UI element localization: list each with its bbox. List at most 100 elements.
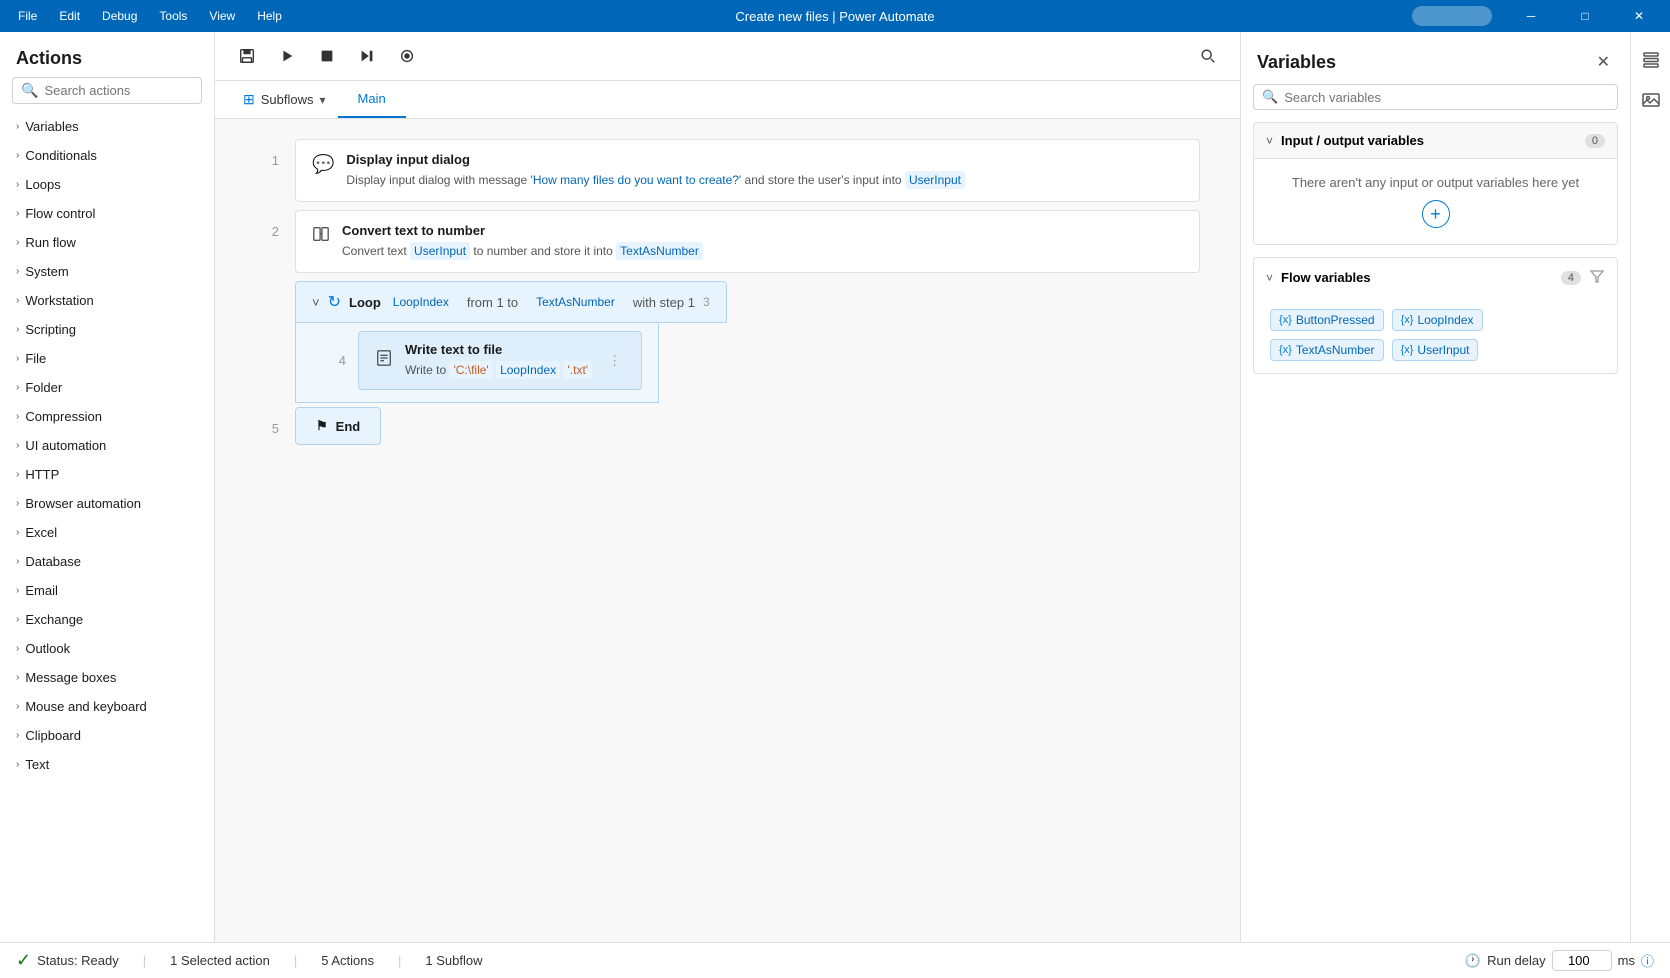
chevron-icon: › bbox=[16, 121, 19, 132]
chevron-icon: › bbox=[16, 179, 19, 190]
action-item-mousekeyboard[interactable]: › Mouse and keyboard bbox=[0, 692, 214, 721]
action-item-clipboard[interactable]: › Clipboard bbox=[0, 721, 214, 750]
run-button[interactable] bbox=[271, 40, 303, 72]
action-label: Variables bbox=[25, 119, 78, 134]
input-output-empty-text: There aren't any input or output variabl… bbox=[1270, 175, 1601, 190]
menu-file[interactable]: File bbox=[8, 5, 47, 27]
chevron-icon: › bbox=[16, 498, 19, 509]
loop-step-label: with step 1 bbox=[633, 295, 695, 310]
action-item-system[interactable]: › System bbox=[0, 257, 214, 286]
search-variables-box[interactable]: 🔍 bbox=[1253, 84, 1618, 110]
action-label: HTTP bbox=[25, 467, 59, 482]
chevron-icon: › bbox=[16, 295, 19, 306]
minimize-button[interactable]: ─ bbox=[1508, 0, 1554, 32]
action-item-browserautomation[interactable]: › Browser automation bbox=[0, 489, 214, 518]
subflows-button[interactable]: ⊞ Subflows ▾ bbox=[231, 81, 338, 118]
action-item-compression[interactable]: › Compression bbox=[0, 402, 214, 431]
status-dot-icon: ✓ bbox=[16, 950, 31, 971]
run-delay-group: 🕐 Run delay ms ⓘ bbox=[1465, 950, 1654, 971]
variables-close-button[interactable]: ✕ bbox=[1593, 48, 1614, 76]
action-item-outlook[interactable]: › Outlook bbox=[0, 634, 214, 663]
action-label: Flow control bbox=[25, 206, 95, 221]
search-button[interactable] bbox=[1192, 40, 1224, 72]
info-icon[interactable]: ⓘ bbox=[1641, 951, 1654, 970]
step-number-5: 5 bbox=[255, 407, 295, 436]
action-item-exchange[interactable]: › Exchange bbox=[0, 605, 214, 634]
search-variables-input[interactable] bbox=[1284, 90, 1609, 105]
action-item-email[interactable]: › Email bbox=[0, 576, 214, 605]
var-chip-loopindex[interactable]: {x} LoopIndex bbox=[1392, 309, 1483, 331]
action-label: Database bbox=[25, 554, 81, 569]
var-chip-buttonpressed[interactable]: {x} ButtonPressed bbox=[1270, 309, 1384, 331]
search-toolbar-btn[interactable] bbox=[1192, 40, 1224, 72]
maximize-button[interactable]: □ bbox=[1562, 0, 1608, 32]
input-output-section-header[interactable]: ˅ Input / output variables 0 bbox=[1254, 123, 1617, 159]
flow-vars-title: Flow variables bbox=[1281, 270, 1553, 285]
step-4-desc: Write to 'C:\file' LoopIndex '.txt' bbox=[405, 361, 592, 379]
search-actions-input[interactable] bbox=[44, 83, 193, 98]
stop-button[interactable] bbox=[311, 40, 343, 72]
subflows-label: Subflows bbox=[261, 92, 314, 107]
step-1-prefix: Display input dialog with message bbox=[346, 173, 530, 187]
menu-tools[interactable]: Tools bbox=[149, 5, 197, 27]
action-item-scripting[interactable]: › Scripting bbox=[0, 315, 214, 344]
step-4-prefix: Write to bbox=[405, 363, 449, 377]
subflows-bar: ⊞ Subflows ▾ Main bbox=[215, 81, 1240, 119]
side-layers-button[interactable] bbox=[1635, 44, 1667, 76]
action-item-database[interactable]: › Database bbox=[0, 547, 214, 576]
side-image-button[interactable] bbox=[1635, 84, 1667, 116]
action-item-folder[interactable]: › Folder bbox=[0, 373, 214, 402]
variables-title: Variables bbox=[1257, 52, 1336, 73]
var-chip-userinput[interactable]: {x} UserInput bbox=[1392, 339, 1479, 361]
chevron-icon: › bbox=[16, 266, 19, 277]
run-delay-input[interactable] bbox=[1552, 950, 1612, 971]
action-item-flowcontrol[interactable]: › Flow control bbox=[0, 199, 214, 228]
close-button[interactable]: ✕ bbox=[1616, 0, 1662, 32]
clock-icon: 🕐 bbox=[1465, 953, 1481, 969]
search-actions-box[interactable]: 🔍 bbox=[12, 77, 202, 104]
action-item-runflow[interactable]: › Run flow bbox=[0, 228, 214, 257]
flow-step-end[interactable]: ⚑ End bbox=[295, 407, 381, 445]
var-chip-textasnumber[interactable]: {x} TextAsNumber bbox=[1270, 339, 1384, 361]
end-wrapper: ⚑ End bbox=[295, 407, 381, 445]
record-button[interactable] bbox=[391, 40, 423, 72]
flow-vars-header[interactable]: ˅ Flow variables 4 bbox=[1254, 258, 1617, 297]
toolbar bbox=[215, 32, 1240, 81]
action-item-variables[interactable]: › Variables bbox=[0, 112, 214, 141]
action-item-file[interactable]: › File bbox=[0, 344, 214, 373]
status-sep-3: | bbox=[398, 953, 401, 968]
chevron-icon: › bbox=[16, 150, 19, 161]
menu-edit[interactable]: Edit bbox=[49, 5, 90, 27]
action-item-text[interactable]: › Text bbox=[0, 750, 214, 779]
status-text: Status: Ready bbox=[37, 953, 119, 968]
step-4-more-button[interactable]: ⋮ bbox=[604, 349, 625, 373]
subflow-count: 1 Subflow bbox=[425, 953, 482, 968]
add-variable-button[interactable]: + bbox=[1422, 200, 1450, 228]
chevron-icon: › bbox=[16, 614, 19, 625]
action-item-loops[interactable]: › Loops bbox=[0, 170, 214, 199]
action-item-uiautomation[interactable]: › UI automation bbox=[0, 431, 214, 460]
menu-debug[interactable]: Debug bbox=[92, 5, 147, 27]
chevron-icon: › bbox=[16, 672, 19, 683]
flow-step-2[interactable]: Convert text to number Convert text User… bbox=[295, 210, 1200, 273]
loop-header[interactable]: ˅ ↻ Loop LoopIndex from 1 to TextAsNumbe… bbox=[295, 281, 727, 323]
menu-view[interactable]: View bbox=[199, 5, 245, 27]
flow-step-1[interactable]: 💬 Display input dialog Display input dia… bbox=[295, 139, 1200, 202]
action-item-messageboxes[interactable]: › Message boxes bbox=[0, 663, 214, 692]
next-button[interactable] bbox=[351, 40, 383, 72]
flow-vars-filter-icon[interactable] bbox=[1589, 268, 1605, 287]
action-item-conditionals[interactable]: › Conditionals bbox=[0, 141, 214, 170]
input-output-chevron: ˅ bbox=[1266, 134, 1273, 148]
action-label: Conditionals bbox=[25, 148, 97, 163]
step-2-prefix: Convert text bbox=[342, 244, 410, 258]
loop-toggle[interactable]: ˅ bbox=[312, 295, 320, 310]
save-button[interactable] bbox=[231, 40, 263, 72]
flow-step-4[interactable]: Write text to file Write to 'C:\file' Lo… bbox=[358, 331, 642, 390]
action-item-http[interactable]: › HTTP bbox=[0, 460, 214, 489]
action-item-excel[interactable]: › Excel bbox=[0, 518, 214, 547]
menu-help[interactable]: Help bbox=[247, 5, 292, 27]
action-item-workstation[interactable]: › Workstation bbox=[0, 286, 214, 315]
tab-main[interactable]: Main bbox=[338, 81, 406, 118]
step-1-mid: and store the user's input into bbox=[741, 173, 905, 187]
step-1-var: UserInput bbox=[905, 171, 965, 189]
